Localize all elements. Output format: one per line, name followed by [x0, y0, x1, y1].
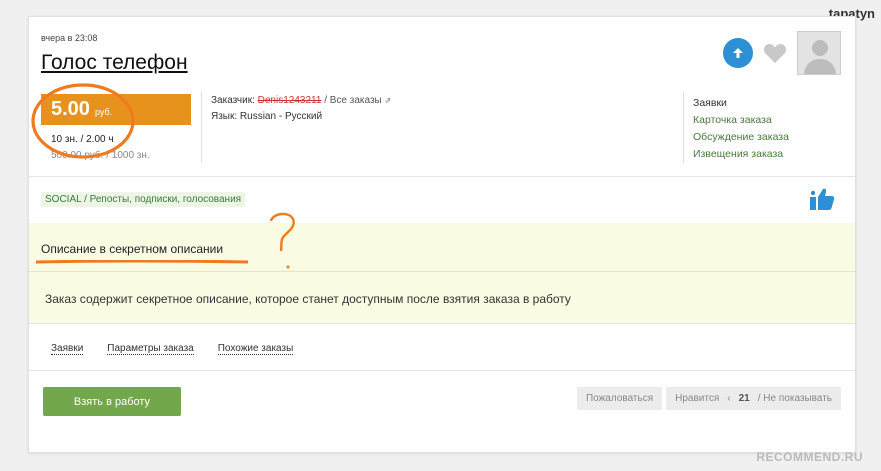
- arrow-up-icon[interactable]: [723, 38, 753, 68]
- client-name[interactable]: Denis1243211: [258, 95, 322, 106]
- secret-text: Заказ содержит секретное описание, котор…: [45, 292, 571, 306]
- divider: [29, 370, 855, 371]
- client-label: Заказчик:: [211, 95, 255, 106]
- divider: [683, 91, 684, 163]
- hand-drawn-circle: [31, 83, 135, 159]
- order-card: вчера в 23:08 Голос телефон 5.00 руб. 10…: [28, 16, 856, 453]
- side-link-notices[interactable]: Извещения заказа: [693, 146, 789, 163]
- side-link-card[interactable]: Карточка заказа: [693, 112, 789, 129]
- like-button[interactable]: Нравится: [675, 393, 719, 404]
- thumbs-up-icon[interactable]: [809, 187, 835, 216]
- divider: [29, 271, 855, 272]
- divider: [201, 91, 202, 163]
- avatar[interactable]: [797, 31, 841, 75]
- tab-params[interactable]: Параметры заказа: [107, 343, 194, 355]
- side-link-bids[interactable]: Заявки: [693, 95, 789, 112]
- watermark: RECOMMEND.RU: [756, 450, 863, 464]
- external-link-icon: ⇗: [384, 96, 392, 105]
- order-secondary-actions: Пожаловаться Нравится ‹ 21 / Не показыва…: [576, 387, 841, 410]
- like-count: 21: [738, 393, 750, 404]
- language: Язык: Russian - Русский: [211, 111, 323, 122]
- category-badge[interactable]: SOCIAL / Репосты, подписки, голосования: [41, 192, 246, 207]
- tab-similar[interactable]: Похожие заказы: [217, 343, 294, 355]
- like-group: Нравится ‹ 21 / Не показывать: [666, 387, 841, 410]
- tab-bids[interactable]: Заявки: [51, 343, 84, 355]
- complain-button[interactable]: Пожаловаться: [576, 387, 663, 410]
- secret-title: Описание в секретном описании: [41, 242, 224, 256]
- all-orders-link[interactable]: / Все заказы: [324, 95, 382, 106]
- heart-icon[interactable]: [761, 39, 789, 67]
- secret-section: Описание в секретном описании Заказ соде…: [29, 212, 855, 323]
- take-order-button[interactable]: Взять в работу: [43, 387, 181, 416]
- client-row: Заказчик: Denis1243211 / Все заказы ⇗: [211, 95, 391, 106]
- hand-drawn-question-mark: [269, 212, 295, 269]
- order-title[interactable]: Голос телефон: [41, 51, 188, 75]
- order-time: вчера в 23:08: [41, 33, 98, 43]
- hide-button[interactable]: / Не показывать: [758, 393, 832, 404]
- chevron-left-icon: ‹: [727, 393, 731, 404]
- side-link-discussion[interactable]: Обсуждение заказа: [693, 129, 789, 146]
- order-actions: [723, 31, 841, 75]
- side-links: Заявки Карточка заказа Обсуждение заказа…: [693, 95, 789, 163]
- hand-drawn-underline: [35, 260, 249, 264]
- order-tabs: Заявки Параметры заказа Похожие заказы: [51, 343, 294, 355]
- page: tapatyn вчера в 23:08 Голос телефон 5.00…: [0, 0, 881, 471]
- divider: [29, 176, 855, 177]
- divider: [29, 323, 855, 324]
